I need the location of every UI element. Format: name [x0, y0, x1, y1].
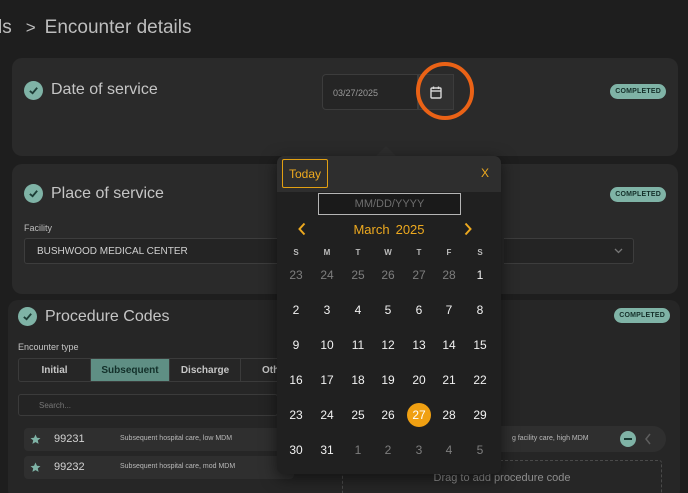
calendar-day[interactable]: 25 [343, 403, 373, 427]
encounter-type-initial[interactable]: Initial [19, 359, 91, 381]
chevron-down-icon [614, 248, 623, 254]
calendar-day[interactable]: 24 [312, 403, 342, 427]
breadcrumb-separator: > [25, 18, 36, 37]
calendar-day[interactable]: 8 [465, 298, 495, 322]
calendar-day[interactable]: 7 [434, 298, 464, 322]
date-text-input[interactable]: MM/DD/YYYY [318, 193, 461, 215]
procedure-description: Subsequent hospital care, low MDM [120, 435, 233, 442]
weekday-label: S [477, 248, 483, 257]
calendar-day[interactable]: 22 [465, 368, 495, 392]
weekday-label: F [446, 248, 452, 257]
encounter-type-subsequent[interactable]: Subsequent [91, 359, 170, 381]
breadcrumb: ls > Encounter details [0, 14, 192, 42]
calendar-day[interactable]: 2 [373, 438, 403, 462]
calendar-day[interactable]: 23 [281, 403, 311, 427]
calendar-day[interactable]: 13 [404, 333, 434, 357]
calendar-day[interactable]: 6 [404, 298, 434, 322]
month-navigation: March 2025 [277, 220, 501, 240]
calendar-day[interactable]: 20 [404, 368, 434, 392]
calendar-day[interactable]: 27 [404, 263, 434, 287]
close-button[interactable]: X [481, 166, 489, 180]
calendar-day[interactable]: 15 [465, 333, 495, 357]
breadcrumb-previous-link[interactable]: ls [0, 17, 12, 39]
year-label[interactable]: 2025 [396, 222, 425, 237]
facility-label: Facility [24, 223, 53, 233]
status-badge: COMPLETED [614, 308, 670, 323]
status-badge: COMPLETED [610, 84, 666, 99]
calendar-button[interactable] [418, 74, 454, 110]
page-title: Encounter details [44, 17, 192, 38]
star-icon[interactable] [30, 434, 41, 445]
weekday-label: T [355, 248, 361, 257]
month-label[interactable]: March [353, 222, 389, 237]
calendar-day[interactable]: 17 [312, 368, 342, 392]
calendar-day[interactable]: 4 [343, 298, 373, 322]
check-circle-icon [24, 81, 43, 100]
calendar-day[interactable]: 5 [373, 298, 403, 322]
encounter-type-label: Encounter type [18, 342, 79, 352]
check-circle-icon [18, 307, 37, 326]
calendar-day[interactable]: 30 [281, 438, 311, 462]
procedure-codes-title: Procedure Codes [45, 308, 170, 325]
weekday-label: W [384, 248, 392, 257]
calendar-day[interactable]: 14 [434, 333, 464, 357]
calendar-day[interactable]: 26 [373, 263, 403, 287]
calendar-icon [430, 86, 442, 99]
procedure-code-row[interactable]: 99232 Subsequent hospital care, mod MDM [24, 456, 294, 479]
date-of-service-card: Date of service 03/27/2025 COMPLETED [12, 58, 678, 156]
weekday-label: M [323, 248, 331, 257]
status-badge: COMPLETED [610, 187, 666, 202]
procedure-code: 99232 [54, 461, 85, 473]
place-of-service-title: Place of service [51, 185, 164, 202]
calendar-day-selected[interactable]: 27 [404, 403, 434, 427]
chevron-left-icon[interactable] [643, 432, 653, 446]
selected-procedure-description: g facility care, high MDM [512, 435, 589, 442]
procedure-code-row[interactable]: 99231 Subsequent hospital care, low MDM [24, 428, 294, 451]
today-button[interactable]: Today [282, 159, 328, 188]
weekday-label: S [293, 248, 299, 257]
remove-procedure-button[interactable] [620, 431, 636, 447]
facility-dropdown[interactable] [504, 238, 634, 264]
encounter-type-segmented-control: Initial Subsequent Discharge Oth [18, 358, 282, 382]
popup-arrow [376, 146, 396, 156]
check-circle-icon [24, 184, 43, 203]
calendar-day[interactable]: 3 [312, 298, 342, 322]
date-of-service-title: Date of service [51, 81, 158, 98]
calendar-day[interactable]: 28 [434, 263, 464, 287]
date-picker-header: Today X [277, 156, 501, 192]
calendar-day[interactable]: 18 [343, 368, 373, 392]
calendar-day[interactable]: 23 [281, 263, 311, 287]
star-icon[interactable] [30, 462, 41, 473]
calendar-day[interactable]: 5 [465, 438, 495, 462]
calendar-day[interactable]: 29 [465, 403, 495, 427]
calendar-day[interactable]: 19 [373, 368, 403, 392]
calendar-day[interactable]: 21 [434, 368, 464, 392]
calendar-day[interactable]: 26 [373, 403, 403, 427]
facility-select[interactable]: BUSHWOOD MEDICAL CENTER [24, 238, 294, 264]
calendar-day[interactable]: 11 [343, 333, 373, 357]
date-of-service-input[interactable]: 03/27/2025 [322, 74, 418, 110]
calendar-day[interactable]: 28 [434, 403, 464, 427]
calendar-day[interactable]: 2 [281, 298, 311, 322]
calendar-day[interactable]: 1 [465, 263, 495, 287]
calendar-day[interactable]: 4 [434, 438, 464, 462]
calendar-day[interactable]: 3 [404, 438, 434, 462]
weekday-label: T [416, 248, 422, 257]
encounter-type-other[interactable]: Oth [241, 359, 281, 381]
calendar-day[interactable]: 24 [312, 263, 342, 287]
calendar-day[interactable]: 9 [281, 333, 311, 357]
calendar-day[interactable]: 16 [281, 368, 311, 392]
chevron-right-icon[interactable] [463, 222, 473, 236]
calendar-day[interactable]: 1 [343, 438, 373, 462]
encounter-type-discharge[interactable]: Discharge [170, 359, 241, 381]
date-picker-popup: Today X MM/DD/YYYY March 2025 SMTWTFS 23 2… [277, 156, 501, 474]
procedure-search-input[interactable]: Search... [18, 394, 278, 416]
procedure-code: 99231 [54, 433, 85, 445]
calendar-day[interactable]: 25 [343, 263, 373, 287]
calendar-day[interactable]: 10 [312, 333, 342, 357]
calendar-day[interactable]: 31 [312, 438, 342, 462]
calendar-day[interactable]: 12 [373, 333, 403, 357]
procedure-description: Subsequent hospital care, mod MDM [120, 463, 236, 470]
